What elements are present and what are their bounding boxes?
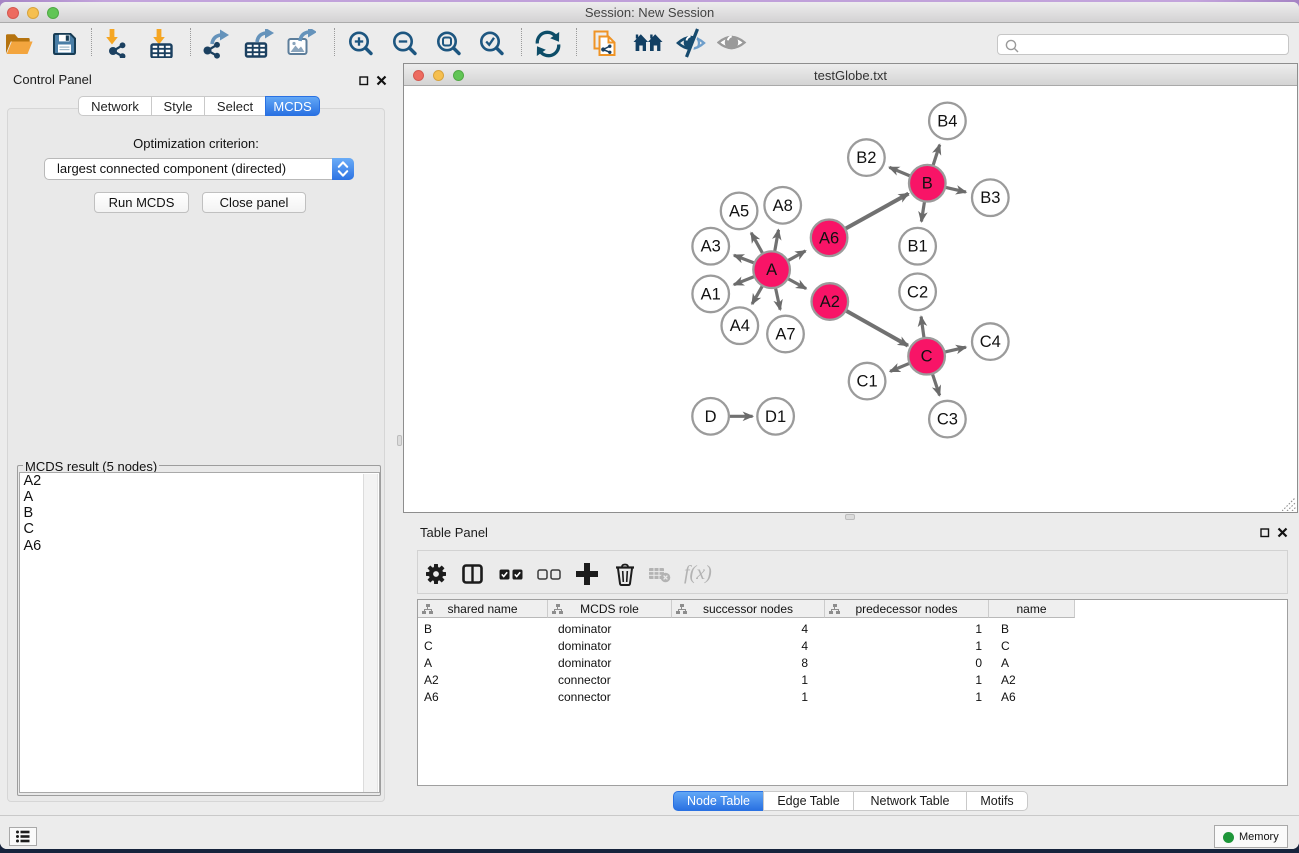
svg-text:A8: A8 xyxy=(773,197,793,215)
svg-text:C4: C4 xyxy=(980,333,1001,351)
svg-text:C1: C1 xyxy=(857,373,878,391)
svg-text:D: D xyxy=(705,408,717,426)
svg-text:B3: B3 xyxy=(980,189,1000,207)
svg-text:A1: A1 xyxy=(701,285,721,303)
svg-text:B4: B4 xyxy=(937,112,957,130)
svg-text:B1: B1 xyxy=(908,238,928,256)
svg-text:A6: A6 xyxy=(819,229,839,247)
svg-text:A4: A4 xyxy=(730,317,750,335)
svg-text:C2: C2 xyxy=(907,283,928,301)
svg-text:B2: B2 xyxy=(856,149,876,167)
svg-text:A5: A5 xyxy=(729,202,749,220)
svg-text:C: C xyxy=(921,348,933,366)
svg-text:A2: A2 xyxy=(820,293,840,311)
svg-text:D1: D1 xyxy=(765,408,786,426)
svg-text:A: A xyxy=(766,261,777,279)
svg-text:B: B xyxy=(922,175,933,193)
svg-text:A7: A7 xyxy=(775,326,795,344)
svg-text:A3: A3 xyxy=(701,238,721,256)
svg-text:C3: C3 xyxy=(937,411,958,429)
